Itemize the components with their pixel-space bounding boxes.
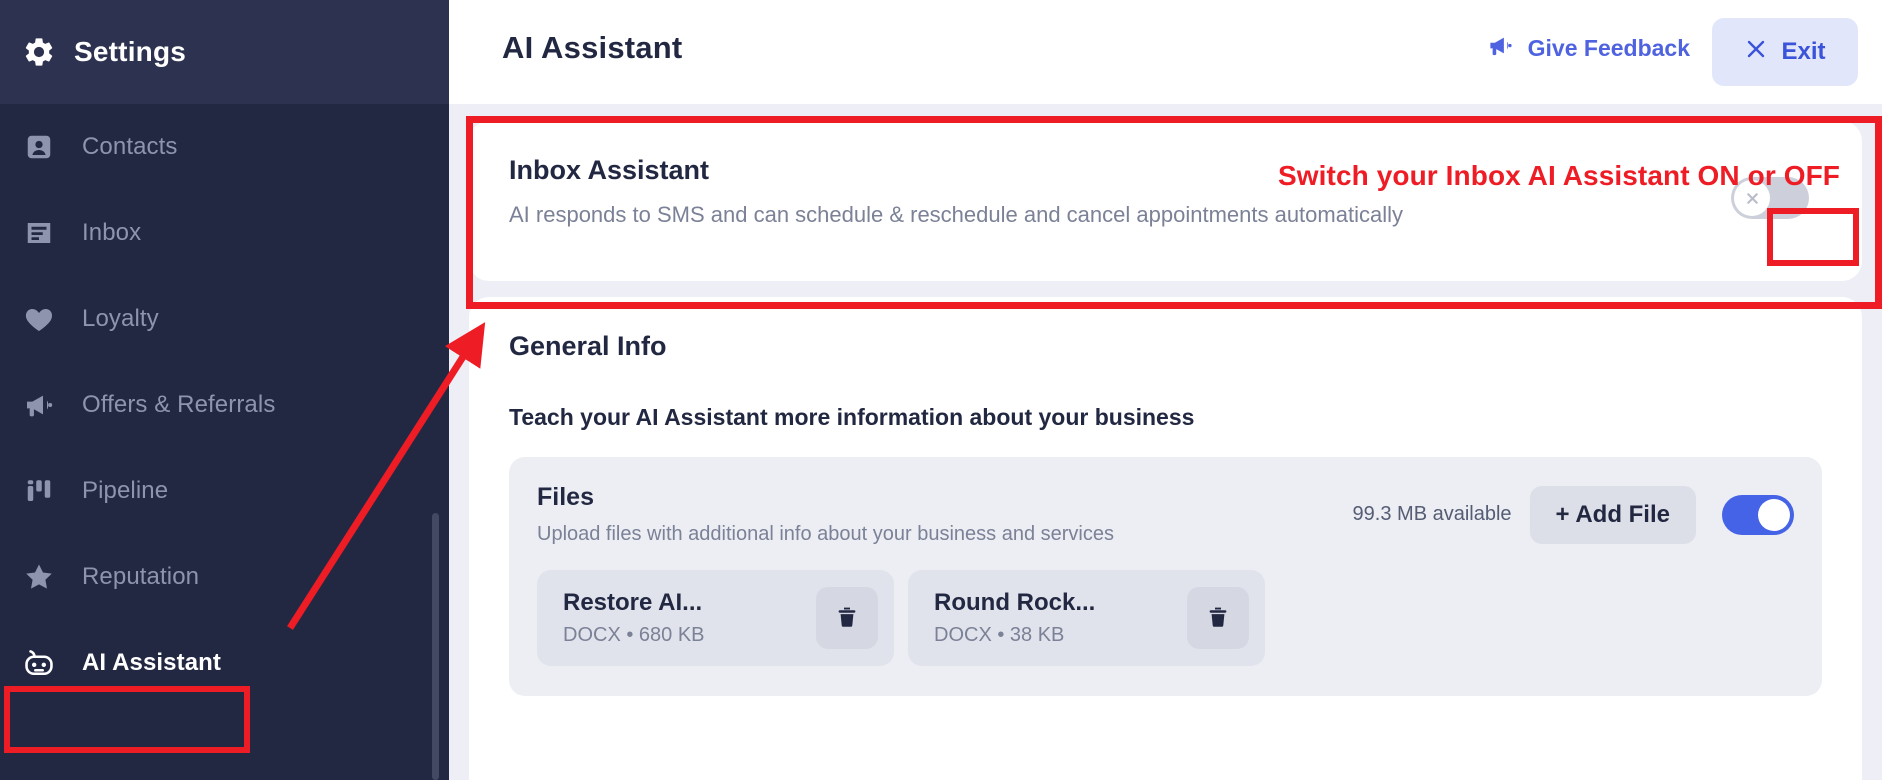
file-chip[interactable]: Round Rock... DOCX • 38 KB (908, 570, 1265, 666)
file-meta: DOCX • 38 KB (934, 624, 1065, 646)
general-info-title: General Info (509, 331, 667, 361)
sidebar-item-contacts[interactable]: Contacts (0, 104, 449, 190)
sidebar-title: Settings (74, 36, 187, 67)
sidebar-item-label: Reputation (82, 563, 200, 590)
star-icon (22, 560, 56, 594)
delete-file-button[interactable] (1187, 587, 1249, 649)
topbar: AI Assistant Give Feedback Exit (449, 0, 1882, 104)
file-name: Restore AI... (563, 589, 703, 616)
inbox-assistant-toggle[interactable] (1731, 177, 1809, 219)
sidebar-item-loyalty[interactable]: Loyalty (0, 276, 449, 362)
sidebar-item-offers-referrals[interactable]: Offers & Referrals (0, 362, 449, 448)
sidebar-item-label: Offers & Referrals (82, 391, 276, 418)
inbox-assistant-title: Inbox Assistant (509, 155, 710, 185)
sidebar: Settings Contacts Inbox Loyalty Offers &… (0, 0, 449, 780)
file-name: Round Rock... (934, 589, 1096, 616)
file-chip[interactable]: Restore AI... DOCX • 680 KB (537, 570, 894, 666)
files-available-storage: 99.3 MB available (1352, 503, 1512, 525)
file-list: Restore AI... DOCX • 680 KB Round Rock..… (537, 570, 1794, 666)
x-icon (1734, 180, 1770, 216)
delete-file-button[interactable] (816, 587, 878, 649)
sidebar-item-label: Inbox (82, 219, 142, 246)
file-chip-text: Round Rock... DOCX • 38 KB (934, 589, 1187, 647)
sidebar-item-ai-assistant[interactable]: AI Assistant (0, 620, 449, 706)
heart-icon (22, 302, 56, 336)
sidebar-item-reputation[interactable]: Reputation (0, 534, 449, 620)
toggle-knob (1758, 498, 1790, 531)
app-root: Settings Contacts Inbox Loyalty Offers &… (0, 0, 1882, 780)
general-info-subtitle: Teach your AI Assistant more information… (509, 404, 1195, 430)
exit-button[interactable]: Exit (1712, 18, 1858, 86)
megaphone-icon (1487, 32, 1514, 65)
contact-card-icon (22, 130, 56, 164)
sidebar-item-pipeline[interactable]: Pipeline (0, 448, 449, 534)
inbox-assistant-description: AI responds to SMS and can schedule & re… (509, 202, 1403, 227)
general-info-card: General Info Teach your AI Assistant mor… (469, 297, 1862, 780)
sidebar-item-label: AI Assistant (82, 649, 222, 676)
files-panel: Files Upload files with additional info … (509, 457, 1822, 696)
exit-label: Exit (1781, 38, 1826, 65)
sidebar-nav: Contacts Inbox Loyalty Offers & Referral… (0, 104, 449, 706)
file-chip-text: Restore AI... DOCX • 680 KB (563, 589, 816, 647)
sidebar-item-inbox[interactable]: Inbox (0, 190, 449, 276)
trash-icon (1206, 604, 1230, 633)
gear-icon (22, 35, 56, 69)
files-header: Files Upload files with additional info … (537, 483, 1794, 546)
give-feedback-button[interactable]: Give Feedback (1487, 32, 1690, 65)
robot-icon (22, 646, 56, 680)
give-feedback-label: Give Feedback (1527, 35, 1690, 61)
main-content: Inbox Assistant AI responds to SMS and c… (449, 104, 1882, 780)
files-description: Upload files with additional info about … (537, 523, 1115, 545)
files-toggle[interactable] (1722, 494, 1794, 535)
inbox-icon (22, 216, 56, 250)
sidebar-item-label: Contacts (82, 133, 178, 160)
page-title: AI Assistant (502, 30, 683, 65)
sidebar-header: Settings (0, 0, 449, 104)
sidebar-item-label: Loyalty (82, 305, 159, 332)
add-file-button[interactable]: + Add File (1529, 485, 1696, 544)
files-title: Files (537, 483, 594, 511)
close-icon (1744, 37, 1768, 68)
trash-icon (835, 604, 859, 633)
megaphone-icon (22, 388, 56, 422)
file-meta: DOCX • 680 KB (563, 624, 705, 646)
pipeline-icon (22, 474, 56, 508)
files-header-text: Files Upload files with additional info … (537, 483, 1353, 546)
add-file-label: + Add File (1555, 500, 1670, 528)
sidebar-scrollbar[interactable] (432, 513, 439, 780)
sidebar-item-label: Pipeline (82, 477, 169, 504)
inbox-assistant-card: Inbox Assistant AI responds to SMS and c… (469, 121, 1862, 281)
